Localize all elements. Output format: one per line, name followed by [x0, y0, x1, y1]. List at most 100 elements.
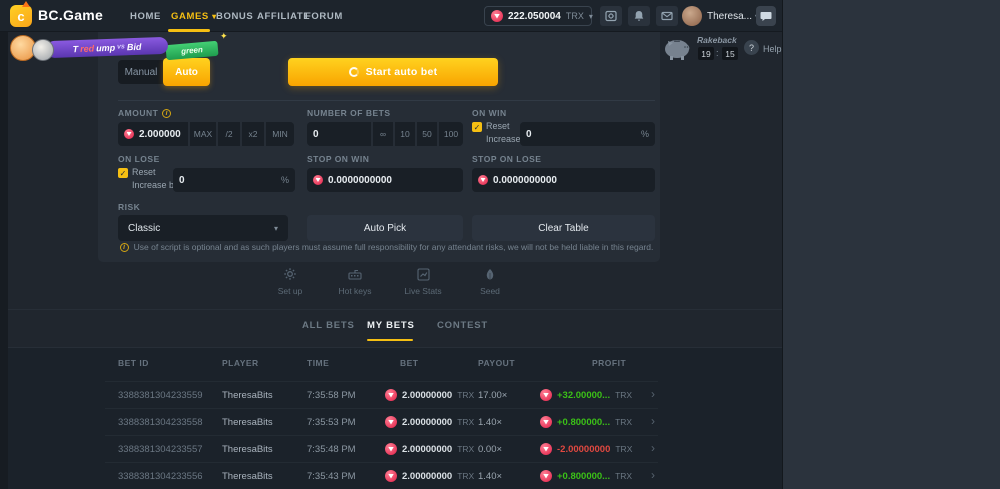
- bets-infinity-button[interactable]: ∞: [373, 122, 393, 146]
- chat-sidebar: [782, 0, 1000, 489]
- keyboard-icon: [347, 268, 363, 280]
- on-lose-reset-label[interactable]: Reset: [132, 167, 156, 177]
- tab-my-bets[interactable]: MY BETS: [367, 320, 415, 331]
- coin-trx-icon: [491, 10, 503, 22]
- table-row[interactable]: 3388381304233557 TheresaBits 7:35:48 PM …: [105, 435, 658, 461]
- promo-flag: green: [165, 41, 218, 60]
- chevron-down-icon: ▾: [274, 224, 278, 233]
- table-row[interactable]: 3388381304233558 TheresaBits 7:35:53 PM …: [105, 408, 658, 434]
- on-win-label: ON WIN: [472, 108, 507, 118]
- mail-icon: [661, 10, 673, 22]
- vault-button[interactable]: [600, 6, 622, 26]
- amount-label: AMOUNTi: [118, 108, 171, 118]
- bets-50-button[interactable]: 50: [417, 122, 437, 146]
- chevron-right-icon[interactable]: ›: [651, 387, 655, 401]
- nav-forum[interactable]: FORUM: [305, 11, 343, 22]
- messages-button[interactable]: [656, 6, 678, 26]
- top-navbar: c BC.Game HOME GAMES ▾ BONUS AFFILIATE F…: [0, 0, 782, 32]
- amount-input[interactable]: 2.000000: [118, 122, 188, 146]
- setup-action[interactable]: Set up: [260, 266, 320, 296]
- stop-on-lose-input[interactable]: 0.0000000000: [472, 168, 655, 192]
- stats-icon: [417, 268, 430, 281]
- coin-trx-icon: [540, 443, 552, 455]
- table-row[interactable]: 3388381304233556 TheresaBits 7:35:43 PM …: [105, 462, 658, 488]
- help-icon[interactable]: ?: [744, 40, 759, 55]
- bets-10-button[interactable]: 10: [395, 122, 415, 146]
- brand-logo-icon[interactable]: c: [10, 5, 32, 27]
- chevron-down-icon: ▾: [589, 12, 593, 21]
- number-of-bets-input[interactable]: 0: [307, 122, 371, 146]
- bc-game-app: c BC.Game HOME GAMES ▾ BONUS AFFILIATE F…: [0, 0, 1000, 489]
- on-lose-label: ON LOSE: [118, 154, 160, 164]
- start-auto-bet-button[interactable]: Start auto bet: [288, 58, 498, 86]
- coin-trx-icon: [385, 470, 397, 482]
- bell-icon: [633, 10, 645, 22]
- brand-name[interactable]: BC.Game: [38, 7, 103, 23]
- amount-double-button[interactable]: x2: [242, 122, 264, 146]
- clear-table-button[interactable]: Clear Table: [472, 215, 655, 241]
- chevron-right-icon[interactable]: ›: [651, 414, 655, 428]
- chat-toggle-button[interactable]: [756, 6, 776, 26]
- gear-icon: [283, 267, 297, 281]
- chevron-right-icon[interactable]: ›: [651, 441, 655, 455]
- amount-min-button[interactable]: MIN: [266, 122, 294, 146]
- auto-pick-button[interactable]: Auto Pick: [307, 215, 463, 241]
- seed-action[interactable]: Seed: [460, 266, 520, 296]
- table-row[interactable]: 3388381304233559 TheresaBits 7:35:58 PM …: [105, 381, 658, 407]
- col-profit: PROFIT: [592, 358, 626, 368]
- live-stats-action[interactable]: Live Stats: [393, 266, 453, 296]
- notifications-button[interactable]: [628, 6, 650, 26]
- col-player: PLAYER: [222, 358, 259, 368]
- user-avatar[interactable]: [682, 6, 702, 26]
- nav-games-active-underline: [168, 29, 210, 32]
- rakeback-label: Rakeback: [697, 35, 737, 45]
- coin-trx-icon: [124, 129, 134, 139]
- info-icon[interactable]: i: [162, 109, 171, 118]
- nav-bonus[interactable]: BONUS: [216, 11, 253, 22]
- risk-label: RISK: [118, 202, 140, 212]
- hotkeys-action[interactable]: Hot keys: [325, 266, 385, 296]
- coin-trx-icon: [540, 470, 552, 482]
- on-lose-increase-label[interactable]: Increase by: [132, 180, 179, 190]
- col-payout: PAYOUT: [478, 358, 515, 368]
- tab-all-bets[interactable]: ALL BETS: [302, 320, 355, 331]
- on-win-reset-label[interactable]: Reset: [486, 121, 510, 131]
- collapsed-sidebar-strip: [0, 32, 8, 489]
- bets-100-button[interactable]: 100: [439, 122, 463, 146]
- rakeback-minutes: 19: [698, 47, 714, 60]
- divider: [8, 309, 782, 310]
- tab-manual[interactable]: Manual: [118, 60, 164, 84]
- balance-selector[interactable]: 222.050004 TRX ▾: [484, 6, 592, 26]
- amount-max-button[interactable]: MAX: [190, 122, 216, 146]
- on-lose-reset-checkbox[interactable]: ✓: [118, 168, 128, 178]
- on-win-increase-input[interactable]: 0 %: [520, 122, 655, 146]
- promo-ribbon: TredumpvsBid: [46, 37, 169, 58]
- user-menu[interactable]: Theresa... ▾: [707, 11, 759, 22]
- on-lose-increase-input[interactable]: 0 %: [173, 168, 295, 192]
- nav-games[interactable]: GAMES ▾: [171, 11, 217, 22]
- tab-contest[interactable]: CONTEST: [437, 320, 488, 331]
- script-disclaimer: i Use of script is optional and as such …: [118, 242, 655, 252]
- rakeback-separator: :: [716, 48, 719, 58]
- coin-trx-icon: [385, 389, 397, 401]
- promo-banner[interactable]: TredumpvsBid green ✦: [8, 33, 238, 63]
- coin-trx-icon: [540, 389, 552, 401]
- piggy-icon[interactable]: [662, 36, 694, 60]
- on-win-reset-checkbox[interactable]: ✓: [472, 122, 482, 132]
- nav-affiliate[interactable]: AFFILIATE: [257, 11, 310, 22]
- tab-active-underline: [367, 339, 413, 341]
- sparkle-icon: ✦: [220, 31, 228, 42]
- stop-on-win-input[interactable]: 0.0000000000: [307, 168, 463, 192]
- col-bet: BET: [400, 358, 419, 368]
- seed-icon: [484, 268, 496, 281]
- risk-select[interactable]: Classic ▾: [118, 215, 288, 241]
- help-label[interactable]: Help: [763, 44, 782, 54]
- balance-amount: 222.050004: [508, 11, 561, 22]
- spinner-icon: [349, 67, 359, 77]
- nav-home[interactable]: HOME: [130, 11, 161, 22]
- stop-on-lose-label: STOP ON LOSE: [472, 154, 541, 164]
- chevron-right-icon[interactable]: ›: [651, 468, 655, 482]
- balance-currency: TRX: [566, 11, 584, 21]
- coin-trx-icon: [540, 416, 552, 428]
- amount-half-button[interactable]: /2: [218, 122, 240, 146]
